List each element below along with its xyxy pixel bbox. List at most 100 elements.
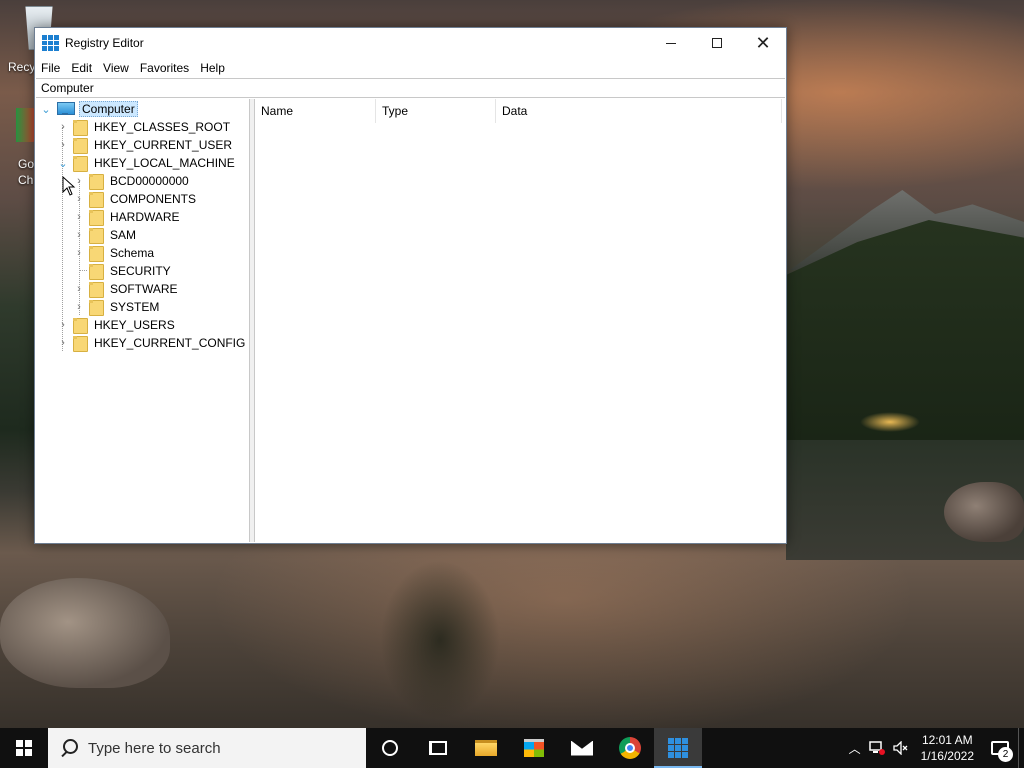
folder-icon xyxy=(73,155,88,172)
folder-icon xyxy=(73,335,88,352)
column-header-type[interactable]: Type xyxy=(376,99,496,123)
tree-node-label: HKEY_CURRENT_USER xyxy=(94,138,233,152)
address-bar[interactable]: Computer xyxy=(36,78,785,98)
tree-node-computer[interactable]: ⌄ Computer xyxy=(40,100,138,118)
notification-count-badge: 2 xyxy=(998,747,1013,762)
folder-icon xyxy=(89,209,104,226)
network-button[interactable] xyxy=(865,728,889,768)
tree-node-label: SYSTEM xyxy=(110,300,160,314)
clock-time: 12:01 AM xyxy=(921,733,973,747)
tree-node-system[interactable]: › SYSTEM xyxy=(73,298,161,316)
maximize-button[interactable] xyxy=(694,28,740,58)
tree-node-hkey-current-user[interactable]: › HKEY_CURRENT_USER xyxy=(57,136,234,154)
maximize-icon xyxy=(712,38,722,48)
task-view-button[interactable] xyxy=(414,728,462,768)
minimize-icon xyxy=(666,42,676,44)
tree-node-label: HKEY_CURRENT_CONFIG xyxy=(94,336,246,350)
registry-editor-window: Registry Editor ✕ File Edit View Favorit… xyxy=(34,27,787,544)
tree-node-label: HARDWARE xyxy=(110,210,180,224)
folder-icon xyxy=(89,191,104,208)
folder-icon xyxy=(89,281,104,298)
folder-icon xyxy=(73,119,88,136)
file-explorer-icon xyxy=(475,740,497,756)
chevron-down-icon[interactable]: ⌄ xyxy=(40,100,52,118)
microsoft-store-icon xyxy=(524,739,544,757)
menu-favorites[interactable]: Favorites xyxy=(136,61,193,75)
folder-icon xyxy=(89,245,104,262)
taskbar-search-box[interactable]: Type here to search xyxy=(48,728,366,768)
wallpaper-rock xyxy=(0,578,170,688)
tree-node-hkey-users[interactable]: › HKEY_USERS xyxy=(57,316,177,334)
tree-node-hkey-classes-root[interactable]: › HKEY_CLASSES_ROOT xyxy=(57,118,232,136)
tree-node-software[interactable]: › SOFTWARE xyxy=(73,280,180,298)
chevron-up-icon: ︿ xyxy=(848,741,861,756)
start-button[interactable] xyxy=(0,728,48,768)
folder-icon xyxy=(89,263,104,280)
mouse-cursor-icon xyxy=(62,176,76,196)
minimize-button[interactable] xyxy=(648,28,694,58)
tree-node-hardware[interactable]: › HARDWARE xyxy=(73,208,182,226)
desktop-icon-label: Recy xyxy=(8,60,36,74)
desktop-icon-label-line: Ch xyxy=(18,173,34,187)
chevron-right-icon[interactable]: › xyxy=(73,208,85,226)
chevron-down-icon[interactable]: ⌄ xyxy=(57,154,69,172)
search-icon xyxy=(60,739,78,757)
tree-node-schema[interactable]: › Schema xyxy=(73,244,156,262)
chevron-right-icon[interactable]: › xyxy=(73,244,85,262)
regedit-taskbar-button[interactable] xyxy=(654,728,702,768)
computer-icon xyxy=(56,102,75,116)
close-icon: ✕ xyxy=(755,33,771,53)
tree-node-bcd00000000[interactable]: › BCD00000000 xyxy=(73,172,191,190)
chevron-right-icon[interactable]: › xyxy=(57,136,69,154)
wallpaper-rock xyxy=(944,482,1024,542)
show-desktop-button[interactable] xyxy=(1018,728,1024,768)
tree-node-components[interactable]: › COMPONENTS xyxy=(73,190,198,208)
tree-node-label: HKEY_USERS xyxy=(94,318,175,332)
chevron-right-icon[interactable]: › xyxy=(73,298,85,316)
chevron-right-icon[interactable]: › xyxy=(57,334,69,352)
volume-muted-icon xyxy=(892,741,908,755)
menu-edit[interactable]: Edit xyxy=(67,61,96,75)
close-button[interactable]: ✕ xyxy=(740,28,786,58)
file-explorer-button[interactable] xyxy=(462,728,510,768)
tree-node-security[interactable]: › SECURITY xyxy=(73,262,173,280)
show-hidden-icons-button[interactable]: ︿ xyxy=(845,728,865,768)
cortana-icon xyxy=(382,740,398,756)
system-tray: ︿ 12:01 AM 1/16/2022 2 xyxy=(845,728,1024,768)
column-header-name[interactable]: Name xyxy=(255,99,376,123)
folder-icon xyxy=(73,317,88,334)
desktop-icon-label: Go Ch xyxy=(18,156,34,188)
values-list[interactable]: Name Type Data xyxy=(255,99,785,542)
tree-node-hkey-local-machine[interactable]: ⌄ HKEY_LOCAL_MACHINE xyxy=(57,154,237,172)
tree-node-hkey-current-config[interactable]: › HKEY_CURRENT_CONFIG xyxy=(57,334,247,352)
chrome-button[interactable] xyxy=(606,728,654,768)
regedit-icon xyxy=(42,35,59,51)
mail-icon xyxy=(571,740,593,756)
action-center-button[interactable]: 2 xyxy=(982,728,1018,768)
tree-node-label: BCD00000000 xyxy=(110,174,189,188)
menu-file[interactable]: File xyxy=(37,61,64,75)
chevron-right-icon[interactable]: › xyxy=(57,118,69,136)
wallpaper-village-lights xyxy=(860,412,920,432)
microsoft-store-button[interactable] xyxy=(510,728,558,768)
taskbar: Type here to search ︿ 12:01 AM 1/16/2022 xyxy=(0,728,1024,768)
title-bar[interactable]: Registry Editor ✕ xyxy=(35,28,786,58)
clock[interactable]: 12:01 AM 1/16/2022 xyxy=(913,732,982,764)
cortana-button[interactable] xyxy=(366,728,414,768)
volume-button[interactable] xyxy=(889,728,913,768)
tree-node-label: SAM xyxy=(110,228,137,242)
chevron-right-icon[interactable]: › xyxy=(73,280,85,298)
menu-bar: File Edit View Favorites Help xyxy=(35,58,786,78)
mail-button[interactable] xyxy=(558,728,606,768)
network-icon xyxy=(868,741,885,755)
menu-view[interactable]: View xyxy=(99,61,133,75)
tree-node-sam[interactable]: › SAM xyxy=(73,226,138,244)
column-header-data[interactable]: Data xyxy=(496,99,782,123)
chevron-right-icon[interactable]: › xyxy=(73,226,85,244)
chevron-right-icon[interactable]: › xyxy=(57,316,69,334)
menu-help[interactable]: Help xyxy=(196,61,229,75)
editor-panes: ⌄ Computer › HKEY_CLASSES_ROOT › HKEY_CU… xyxy=(36,99,785,542)
folder-icon xyxy=(89,173,104,190)
wallpaper-reflection xyxy=(380,560,500,720)
folder-icon xyxy=(89,299,104,316)
